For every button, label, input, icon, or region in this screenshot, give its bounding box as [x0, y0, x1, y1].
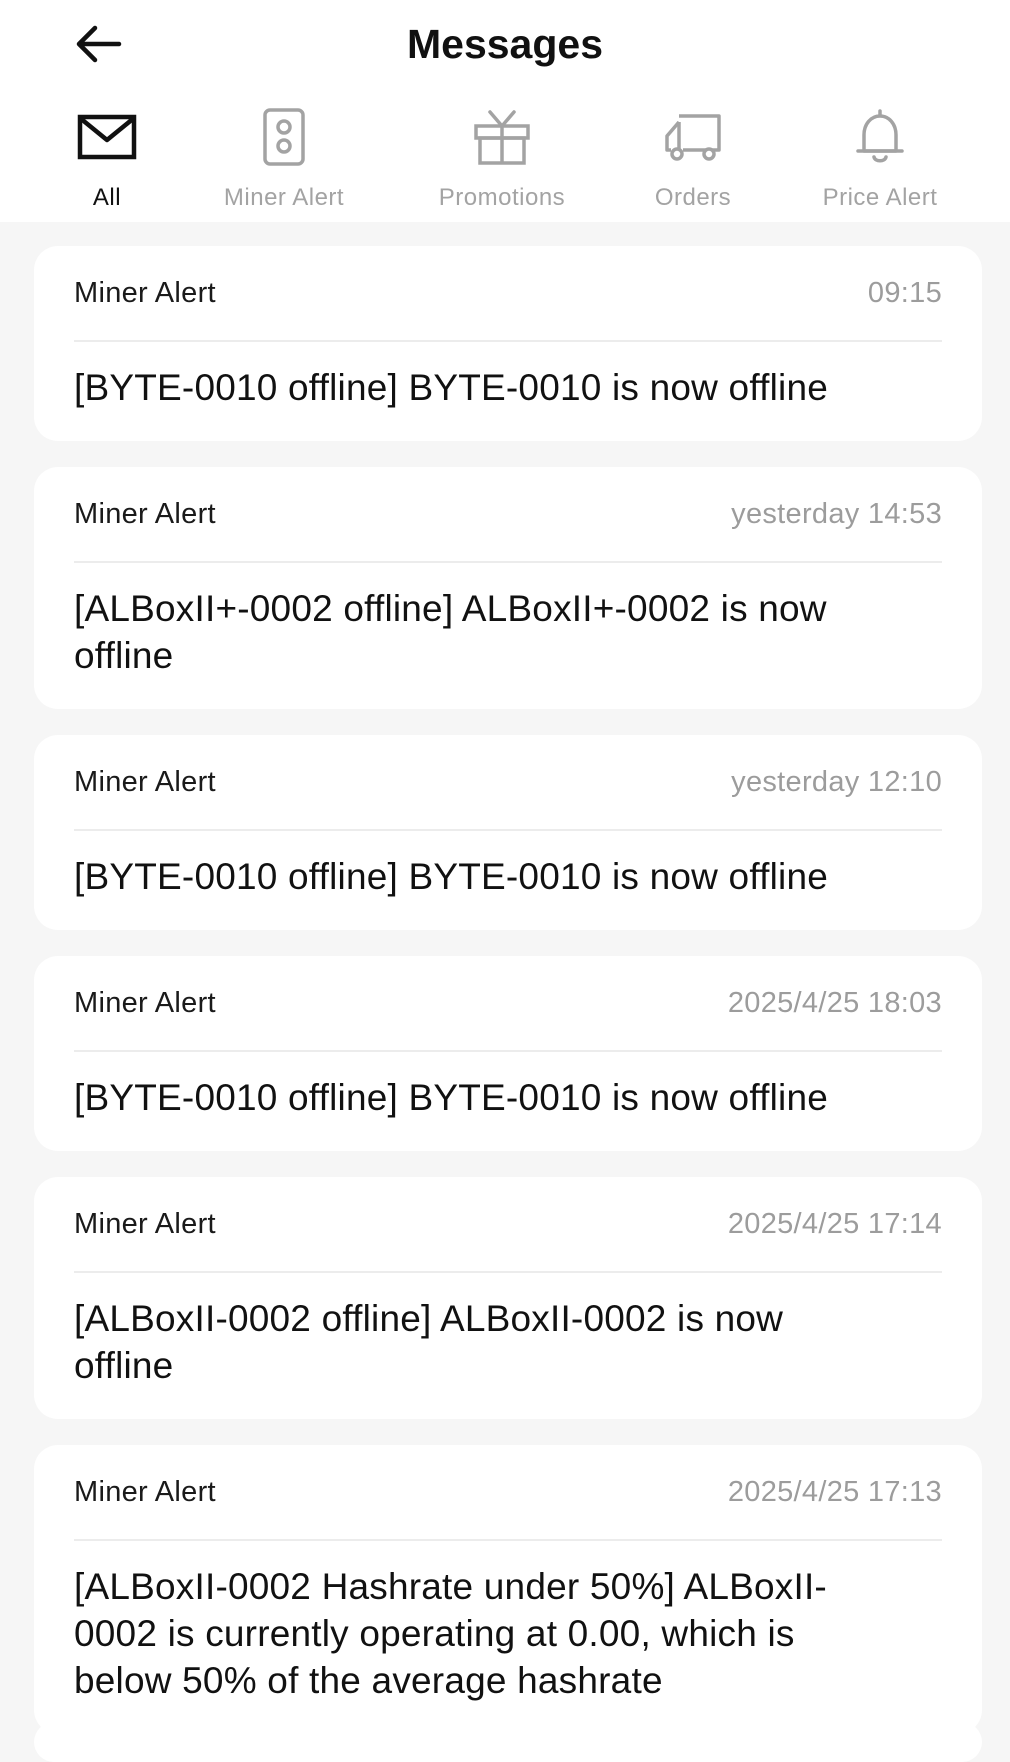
- miner-device-icon: [263, 108, 305, 166]
- message-time: 2025/4/25 18:03: [727, 986, 942, 1019]
- message-time: yesterday 14:53: [731, 497, 942, 530]
- tab-promotions[interactable]: Promotions: [417, 104, 587, 214]
- message-time: 2025/4/25 17:14: [727, 1207, 942, 1240]
- message-card[interactable]: Miner Alert 09:15 [BYTE-0010 offline] BY…: [34, 246, 982, 441]
- tab-label: Promotions: [438, 184, 566, 211]
- bell-icon: [856, 109, 904, 163]
- message-card[interactable]: Miner Alert yesterday 14:53 [ALBoxII+-00…: [34, 467, 982, 709]
- header: Messages All Miner Alert Promotions Orde…: [0, 0, 1010, 222]
- tab-label: Orders: [654, 184, 732, 211]
- message-type: Miner Alert: [74, 1207, 216, 1240]
- message-type: Miner Alert: [74, 986, 216, 1019]
- message-card[interactable]: Miner Alert 2025/4/25 17:13 [ALBoxII-000…: [34, 1445, 982, 1734]
- gift-icon: [474, 110, 530, 165]
- tab-label: Miner Alert: [223, 184, 345, 211]
- tab-label: All: [92, 184, 122, 211]
- message-text: [ALBoxII-0002 offline] ALBoxII-0002 is n…: [74, 1298, 784, 1386]
- page-title: Messages: [406, 21, 603, 67]
- tab-miner-alert[interactable]: Miner Alert: [199, 104, 369, 214]
- message-time: yesterday 12:10: [731, 765, 942, 798]
- message-time: 09:15: [867, 276, 942, 309]
- message-text: [ALBoxII+-0002 offline] ALBoxII+-0002 is…: [74, 588, 827, 676]
- message-type: Miner Alert: [74, 765, 216, 798]
- message-type: Miner Alert: [74, 497, 216, 530]
- message-text: [BYTE-0010 offline] BYTE-0010 is now off…: [74, 856, 829, 897]
- tab-all[interactable]: All: [22, 104, 192, 214]
- message-type: Miner Alert: [74, 276, 216, 309]
- message-list: Miner Alert 09:15 [BYTE-0010 offline] BY…: [34, 246, 982, 1760]
- tab-label: Price Alert: [822, 184, 938, 211]
- message-type: Miner Alert: [74, 1475, 216, 1508]
- message-card[interactable]: Miner Alert 2025/4/25 18:03 [BYTE-0010 o…: [34, 956, 982, 1151]
- truck-icon: [665, 114, 721, 161]
- envelope-icon: [77, 114, 137, 160]
- message-card-partial[interactable]: [34, 1722, 982, 1762]
- category-tabs: All Miner Alert Promotions Orders Price …: [0, 104, 1010, 214]
- message-text: [ALBoxII-0002 Hashrate under 50%] ALBoxI…: [74, 1566, 827, 1701]
- message-text: [BYTE-0010 offline] BYTE-0010 is now off…: [74, 1077, 829, 1118]
- message-card[interactable]: Miner Alert 2025/4/25 17:14 [ALBoxII-000…: [34, 1177, 982, 1419]
- tab-price-alert[interactable]: Price Alert: [795, 104, 965, 214]
- message-time: 2025/4/25 17:13: [727, 1475, 942, 1508]
- message-card[interactable]: Miner Alert yesterday 12:10 [BYTE-0010 o…: [34, 735, 982, 930]
- message-text: [BYTE-0010 offline] BYTE-0010 is now off…: [74, 367, 829, 408]
- tab-orders[interactable]: Orders: [608, 104, 778, 214]
